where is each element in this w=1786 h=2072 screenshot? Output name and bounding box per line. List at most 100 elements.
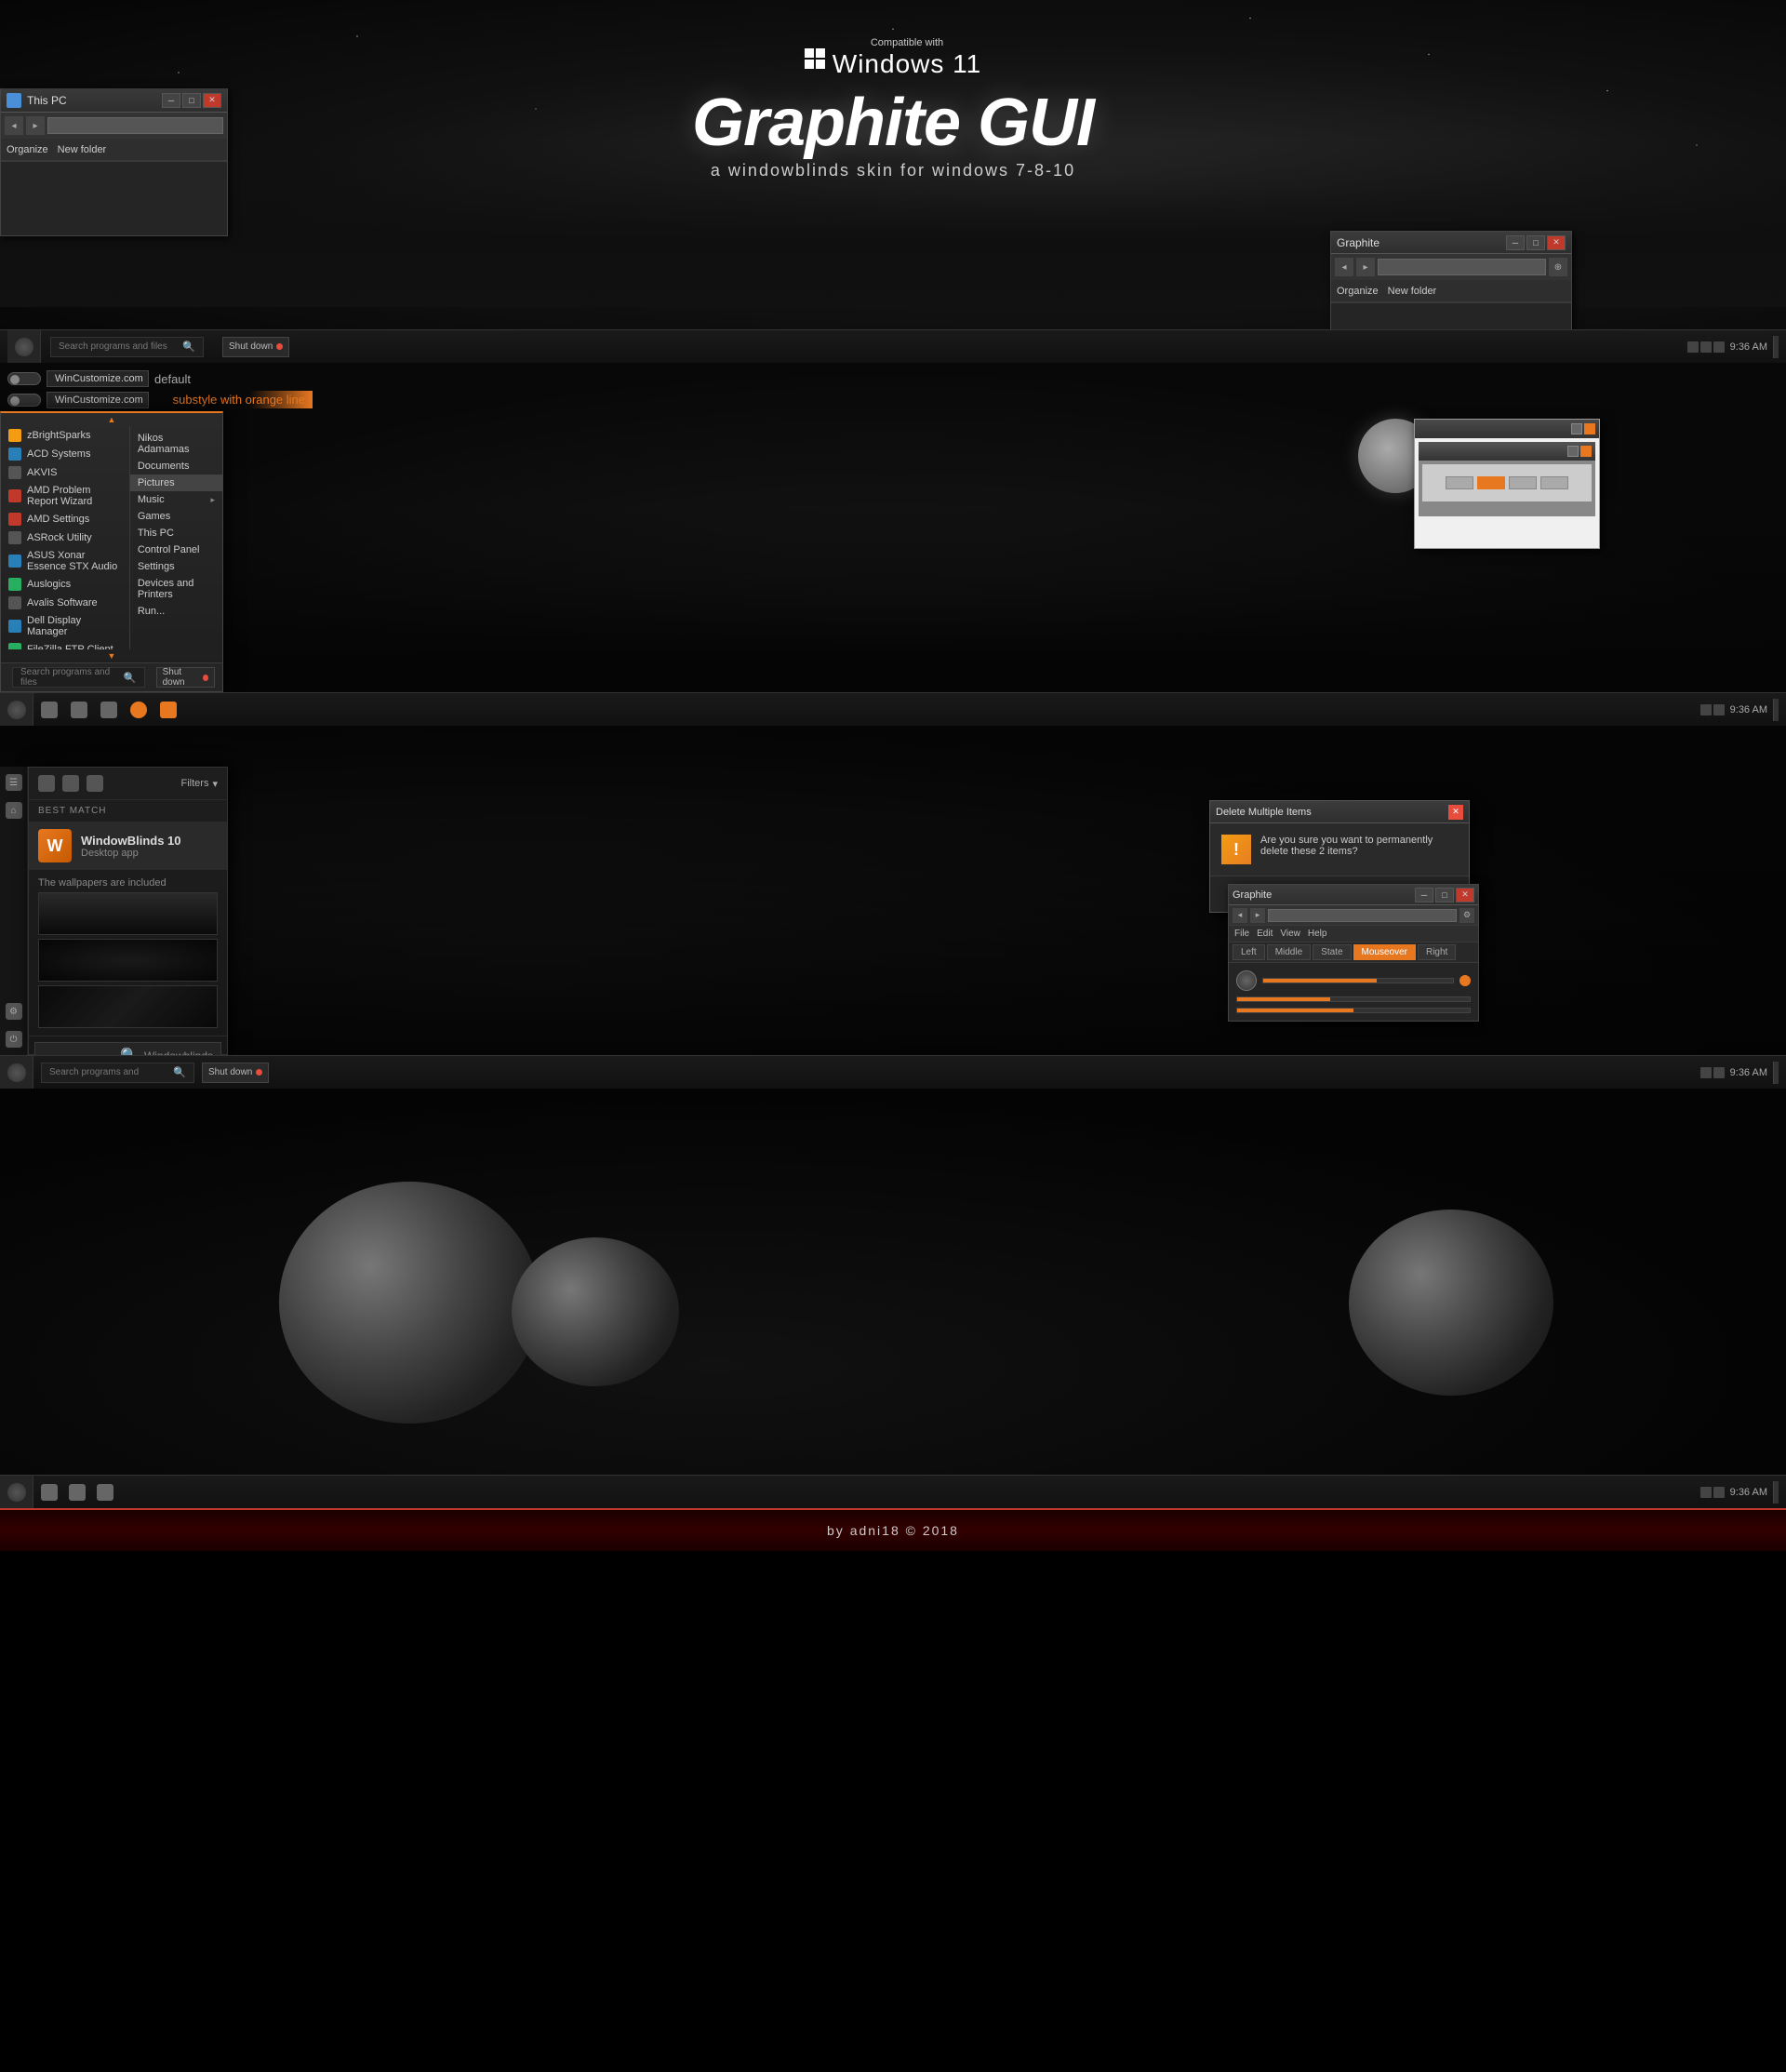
graphite-close-s3[interactable]: ✕ [1456, 888, 1474, 902]
graphite-maximize-s1[interactable]: □ [1526, 235, 1545, 250]
start-right-settings[interactable]: Settings [130, 558, 222, 575]
tab-state[interactable]: State [1313, 944, 1351, 960]
show-desktop-s4[interactable] [1773, 1481, 1779, 1504]
list-item[interactable]: AMD Settings [1, 510, 129, 528]
start-right-run[interactable]: Run... [130, 603, 222, 620]
minimize-button[interactable]: ─ [162, 93, 180, 108]
start-button-s1[interactable] [7, 330, 41, 364]
wallpaper-thumb-2[interactable] [38, 939, 218, 982]
list-item[interactable]: ACD Systems [1, 445, 129, 463]
show-desktop-s3[interactable] [1773, 1062, 1779, 1084]
graphite-minimize-s3[interactable]: ─ [1415, 888, 1433, 902]
substyle-bar: WinCustomize.com default WinCustomize.co… [7, 370, 313, 408]
list-item[interactable]: Avalis Software [1, 594, 129, 612]
list-item[interactable]: Auslogics [1, 575, 129, 594]
start-button-s4[interactable] [0, 1476, 33, 1509]
graphite-back-s3[interactable]: ◂ [1233, 908, 1247, 923]
tab-left[interactable]: Left [1233, 944, 1265, 960]
wallpaper-thumb-1[interactable] [38, 892, 218, 935]
start-search-s2[interactable]: Search programs and files 🔍 [12, 667, 145, 688]
tab-mouseover[interactable]: Mouseover [1353, 944, 1416, 960]
back-arrow-icon[interactable]: ◂ [5, 116, 23, 135]
start-right-games[interactable]: Games [130, 508, 222, 525]
graphite-forward-s3[interactable]: ▸ [1250, 908, 1265, 923]
graphite-window-s1[interactable]: Graphite ─ □ ✕ ◂ ▸ ⊕ Organize New folder [1330, 231, 1572, 341]
win10-home-icon[interactable]: ⌂ [6, 802, 22, 819]
organize-btn[interactable]: Organize [7, 144, 48, 155]
taskbar-pinned-search[interactable] [37, 698, 61, 722]
start-button-s2[interactable] [0, 693, 33, 727]
list-item[interactable]: ASUS Xonar Essence STX Audio [1, 547, 129, 575]
taskbar-pinned-multitask[interactable] [97, 698, 121, 722]
graphite-address-s3[interactable] [1268, 909, 1457, 922]
show-desktop-s2[interactable] [1773, 699, 1779, 721]
shutdown-button-s1[interactable]: Shut down [222, 337, 289, 357]
address-bar[interactable] [47, 117, 223, 134]
win10-icon-1 [38, 775, 55, 792]
graphite-minimize-s1[interactable]: ─ [1506, 235, 1525, 250]
list-item[interactable]: AKVIS [1, 463, 129, 482]
list-item[interactable]: zBrightSparks [1, 426, 129, 445]
graphite-back-s1[interactable]: ◂ [1335, 258, 1353, 276]
graphite-search-icon-s1[interactable]: ⊕ [1549, 258, 1567, 276]
start-right-music[interactable]: Music ▸ [130, 491, 222, 508]
menu-file[interactable]: File [1234, 929, 1249, 939]
win10-power-icon[interactable]: ⏻ [6, 1031, 22, 1048]
taskbar-pinned-active[interactable] [156, 698, 180, 722]
slider-1[interactable] [1262, 978, 1454, 983]
shutdown-button-s2[interactable]: Shut down [156, 667, 215, 688]
tab-right[interactable]: Right [1418, 944, 1456, 960]
start-right-pictures[interactable]: Pictures [130, 475, 222, 491]
maximize-button[interactable]: □ [182, 93, 201, 108]
tab-middle[interactable]: Middle [1267, 944, 1311, 960]
slider-2[interactable] [1236, 996, 1471, 1002]
taskbar-icon-3-s4[interactable] [93, 1480, 117, 1504]
substyle-toggle-1[interactable] [7, 372, 41, 385]
list-item[interactable]: ASRock Utility [1, 528, 129, 547]
win10-app-result[interactable]: W WindowBlinds 10 Desktop app [29, 822, 227, 870]
search-area-s3[interactable]: Search programs and 🔍 [41, 1063, 194, 1083]
graphite-titlebar-s1[interactable]: Graphite ─ □ ✕ [1331, 232, 1571, 254]
menu-view[interactable]: View [1280, 929, 1300, 939]
graphite-forward-s1[interactable]: ▸ [1356, 258, 1375, 276]
substyle-label-1: WinCustomize.com [47, 370, 149, 387]
graphite-settings-s3[interactable]: ⚙ [1459, 908, 1474, 923]
taskbar-pinned-gear[interactable] [127, 698, 151, 722]
substyle-toggle-2[interactable] [7, 394, 41, 407]
shutdown-button-s3[interactable]: Shut down [202, 1063, 269, 1083]
list-item[interactable]: AMD Problem Report Wizard [1, 482, 129, 510]
explorer-titlebar-s1[interactable]: This PC ─ □ ✕ [1, 88, 227, 113]
wallpaper-thumb-3[interactable] [38, 985, 218, 1028]
win10-hamburger-icon[interactable]: ☰ [6, 774, 22, 791]
graphite-new-folder-s1[interactable]: New folder [1388, 286, 1437, 297]
start-right-devices[interactable]: Devices and Printers [130, 575, 222, 603]
graphite-address-s1[interactable] [1378, 259, 1546, 275]
explorer-title-text: This PC [27, 94, 162, 107]
list-item[interactable]: FileZilla FTP Client [1, 640, 129, 649]
start-right-documents[interactable]: Documents [130, 458, 222, 475]
taskbar-pinned-cortana[interactable] [67, 698, 91, 722]
start-button-s3[interactable] [0, 1056, 33, 1089]
app-info: WindowBlinds 10 Desktop app [81, 834, 181, 859]
explorer-window-s1[interactable]: This PC ─ □ ✕ ◂ ▸ Organize New folder [0, 88, 228, 236]
graphite-maximize-s3[interactable]: □ [1435, 888, 1454, 902]
graphite-close-s1[interactable]: ✕ [1547, 235, 1566, 250]
search-area-s1[interactable]: Search programs and files 🔍 [50, 337, 204, 357]
start-right-controlpanel[interactable]: Control Panel [130, 541, 222, 558]
sidebar-item-dell-display-manager[interactable]: Dell Display Manager [1, 612, 129, 640]
forward-arrow-icon[interactable]: ▸ [26, 116, 45, 135]
delete-close-button[interactable]: ✕ [1448, 805, 1463, 820]
show-desktop-s1[interactable] [1773, 336, 1779, 358]
start-right-thispc[interactable]: This PC [130, 525, 222, 541]
menu-edit[interactable]: Edit [1257, 929, 1273, 939]
graphite-organize-s1[interactable]: Organize [1337, 286, 1379, 297]
win10-settings-icon[interactable]: ⚙ [6, 1003, 22, 1020]
graphite-window-s3[interactable]: Graphite ─ □ ✕ ◂ ▸ ⚙ File Edit View Help… [1228, 884, 1479, 1022]
new-folder-btn[interactable]: New folder [58, 144, 107, 155]
knob-1[interactable] [1236, 970, 1257, 991]
close-button[interactable]: ✕ [203, 93, 221, 108]
taskbar-icon-1-s4[interactable] [37, 1480, 61, 1504]
filters-label[interactable]: Filters ▾ [181, 778, 218, 790]
menu-help[interactable]: Help [1308, 929, 1327, 939]
taskbar-icon-2-s4[interactable] [65, 1480, 89, 1504]
